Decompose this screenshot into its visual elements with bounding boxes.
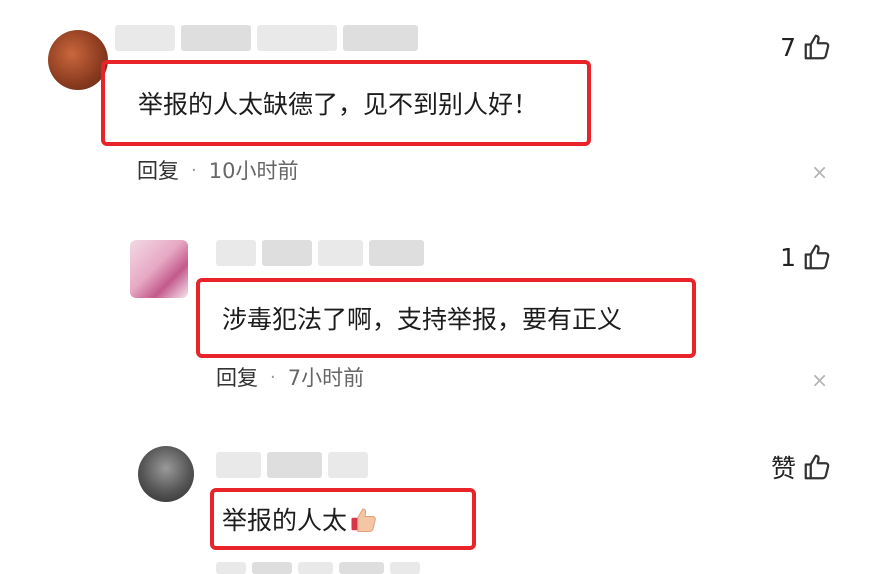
avatar[interactable] [130,240,188,298]
reply-button[interactable]: 回复 [216,362,258,392]
reply-button[interactable]: 回复 [137,155,179,185]
comment-text: 涉毒犯法了啊，支持举报，要有正义 [222,305,623,334]
thumbs-up-icon [804,244,830,270]
next-item-blurred [216,562,420,574]
like-label: 赞 [770,454,796,483]
comment-text: 举报的人太 [222,506,348,535]
username-blurred [216,452,368,478]
username-blurred [216,240,424,266]
separator-dot: · [270,366,276,388]
comment-meta: 回复 · 10小时前 [137,155,298,185]
avatar[interactable] [138,446,194,502]
comment-time: 10小时前 [208,159,299,183]
username-blurred [115,25,418,51]
close-icon[interactable]: × [811,368,828,392]
comment-body-highlight: 举报的人太缺德了，见不到别人好！ [101,60,591,146]
thumbs-up-emoji-icon [351,508,376,532]
comment-body-highlight: 举报的人太 [210,488,476,550]
comment-text: 举报的人太缺德了，见不到别人好！ [138,90,539,119]
separator-dot: · [191,159,197,181]
like-count: 1 [780,242,796,272]
thumbs-up-icon [804,34,830,60]
avatar[interactable] [48,30,108,90]
close-icon[interactable]: × [811,160,828,184]
thumbs-up-icon [804,454,830,480]
like-button[interactable]: 1 [780,242,832,272]
comment-body-highlight: 涉毒犯法了啊，支持举报，要有正义 [196,278,696,358]
like-count: 7 [780,32,796,62]
like-button[interactable]: 7 [780,32,832,62]
like-button[interactable]: 赞 [771,449,832,485]
comment-meta: 回复 · 7小时前 [216,362,364,392]
comment-time: 7小时前 [287,366,365,390]
